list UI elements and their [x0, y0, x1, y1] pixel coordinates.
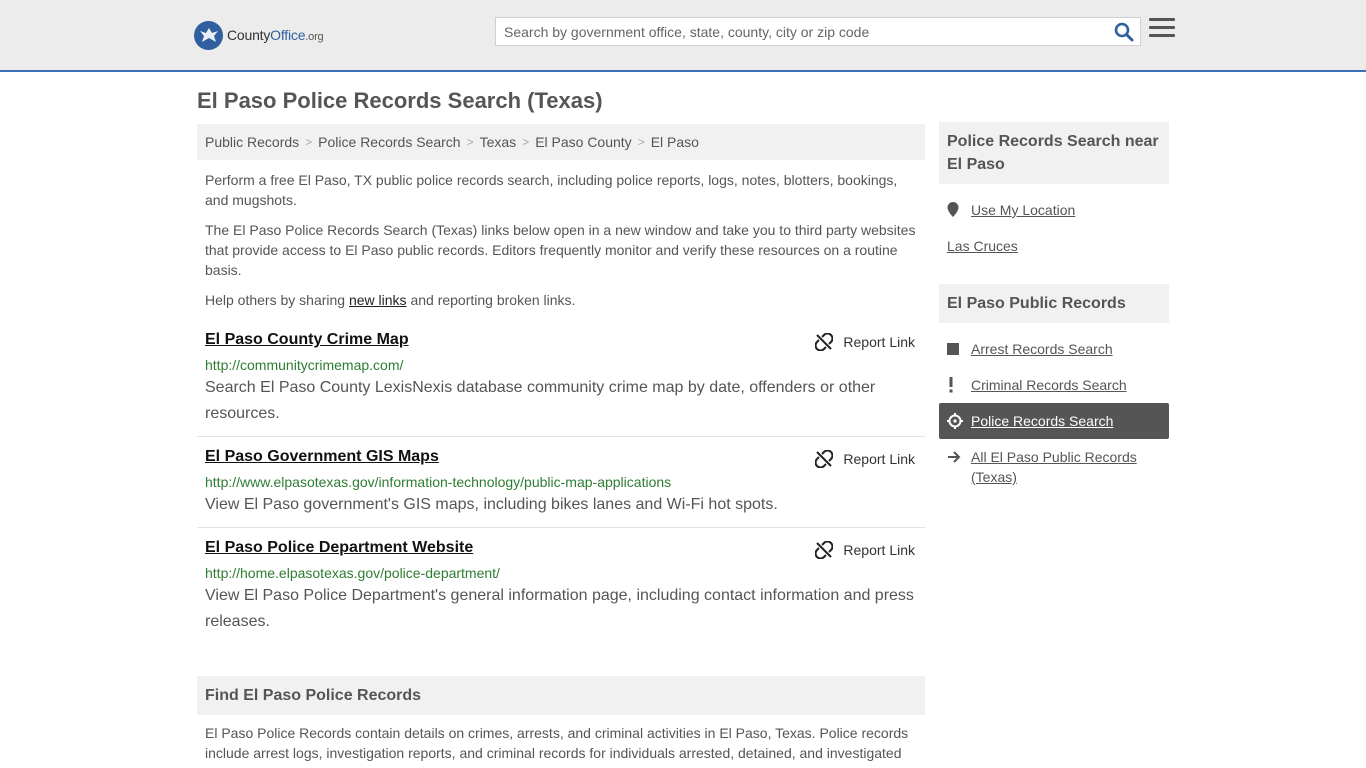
hamburger-menu-icon[interactable]: [1149, 18, 1175, 42]
crosshair-icon: [947, 413, 971, 429]
sidebar-records-heading: El Paso Public Records: [939, 284, 1169, 323]
breadcrumb: Public Records > Police Records Search >…: [197, 124, 925, 160]
result-description: View El Paso Police Department's general…: [205, 587, 914, 630]
search-box: [495, 17, 1141, 46]
result-title-link[interactable]: El Paso County Crime Map: [205, 331, 409, 349]
breadcrumb-police-records-search[interactable]: Police Records Search: [318, 134, 460, 150]
sidebar-nearby-heading: Police Records Search near El Paso: [939, 122, 1169, 184]
logo-badge-icon: [194, 20, 223, 50]
breadcrumb-texas[interactable]: Texas: [480, 134, 517, 150]
result-url[interactable]: http://communitycrimemap.com/: [205, 357, 403, 373]
use-my-location-link[interactable]: Use My Location: [971, 200, 1075, 220]
breadcrumb-separator: >: [305, 135, 313, 149]
result-item: El Paso County Crime Map Report Link htt…: [197, 331, 925, 431]
sidebar-item-criminal-records[interactable]: Criminal Records Search: [947, 375, 1127, 395]
result-title-link[interactable]: El Paso Police Department Website: [205, 539, 473, 557]
result-item: El Paso Police Department Website Report…: [197, 539, 925, 639]
find-section-text: El Paso Police Records contain details o…: [205, 725, 909, 761]
logo-text: CountyOffice.org: [227, 27, 324, 43]
breadcrumb-el-paso-county[interactable]: El Paso County: [535, 134, 632, 150]
search-input[interactable]: [496, 18, 1096, 45]
report-link-button[interactable]: Report Link: [815, 450, 915, 468]
report-link-label: Report Link: [843, 334, 915, 350]
result-item: El Paso Government GIS Maps Report Link …: [197, 448, 925, 518]
report-link-button[interactable]: Report Link: [815, 333, 915, 351]
page-title: El Paso Police Records Search (Texas): [197, 88, 603, 113]
all-public-records-link[interactable]: All El Paso Public Records (Texas): [971, 447, 1147, 487]
breadcrumb-separator: >: [637, 135, 645, 149]
result-title-link[interactable]: El Paso Government GIS Maps: [205, 448, 439, 466]
police-records-link[interactable]: Police Records Search: [971, 413, 1113, 429]
result-divider: [197, 527, 925, 528]
report-link-button[interactable]: Report Link: [815, 541, 915, 559]
breadcrumb-separator: >: [466, 135, 474, 149]
map-pin-icon: [947, 200, 971, 220]
intro-paragraph-1: Perform a free El Paso, TX public police…: [205, 172, 898, 208]
breadcrumb-separator: >: [522, 135, 530, 149]
exclamation-icon: [947, 375, 971, 395]
square-icon: [947, 339, 971, 359]
find-section-heading: Find El Paso Police Records: [197, 676, 925, 715]
arrest-records-link[interactable]: Arrest Records Search: [971, 339, 1113, 359]
breadcrumb-el-paso[interactable]: El Paso: [651, 134, 699, 150]
intro-paragraph-3: Help others by sharing new links and rep…: [205, 290, 917, 310]
las-cruces-link[interactable]: Las Cruces: [947, 236, 1018, 256]
result-description: Search El Paso County LexisNexis databas…: [205, 379, 876, 422]
intro-paragraph-2: The El Paso Police Records Search (Texas…: [205, 222, 916, 278]
sidebar-item-police-records-active[interactable]: Police Records Search: [939, 403, 1169, 439]
sidebar-item-all-public-records[interactable]: All El Paso Public Records (Texas): [947, 447, 1147, 487]
result-divider: [197, 436, 925, 437]
report-link-label: Report Link: [843, 542, 915, 558]
broken-link-icon: [815, 333, 834, 351]
sidebar-item-las-cruces[interactable]: Las Cruces: [947, 236, 1018, 256]
broken-link-icon: [815, 541, 834, 559]
intro-text: Help others by sharing: [205, 292, 349, 308]
sidebar-item-use-location[interactable]: Use My Location: [947, 200, 1075, 220]
broken-link-icon: [815, 450, 834, 468]
arrow-right-icon: [947, 447, 971, 467]
intro-text: and reporting broken links.: [406, 292, 576, 308]
report-link-label: Report Link: [843, 451, 915, 467]
top-header: CountyOffice.org: [0, 0, 1366, 72]
sidebar-item-arrest-records[interactable]: Arrest Records Search: [947, 339, 1113, 359]
new-links-link[interactable]: new links: [349, 292, 407, 308]
result-url[interactable]: http://home.elpasotexas.gov/police-depar…: [205, 565, 500, 581]
result-description: View El Paso government's GIS maps, incl…: [205, 496, 778, 513]
search-icon[interactable]: [1114, 22, 1134, 42]
site-logo[interactable]: CountyOffice.org: [194, 20, 324, 50]
criminal-records-link[interactable]: Criminal Records Search: [971, 375, 1127, 395]
result-url[interactable]: http://www.elpasotexas.gov/information-t…: [205, 474, 671, 490]
breadcrumb-public-records[interactable]: Public Records: [205, 134, 299, 150]
